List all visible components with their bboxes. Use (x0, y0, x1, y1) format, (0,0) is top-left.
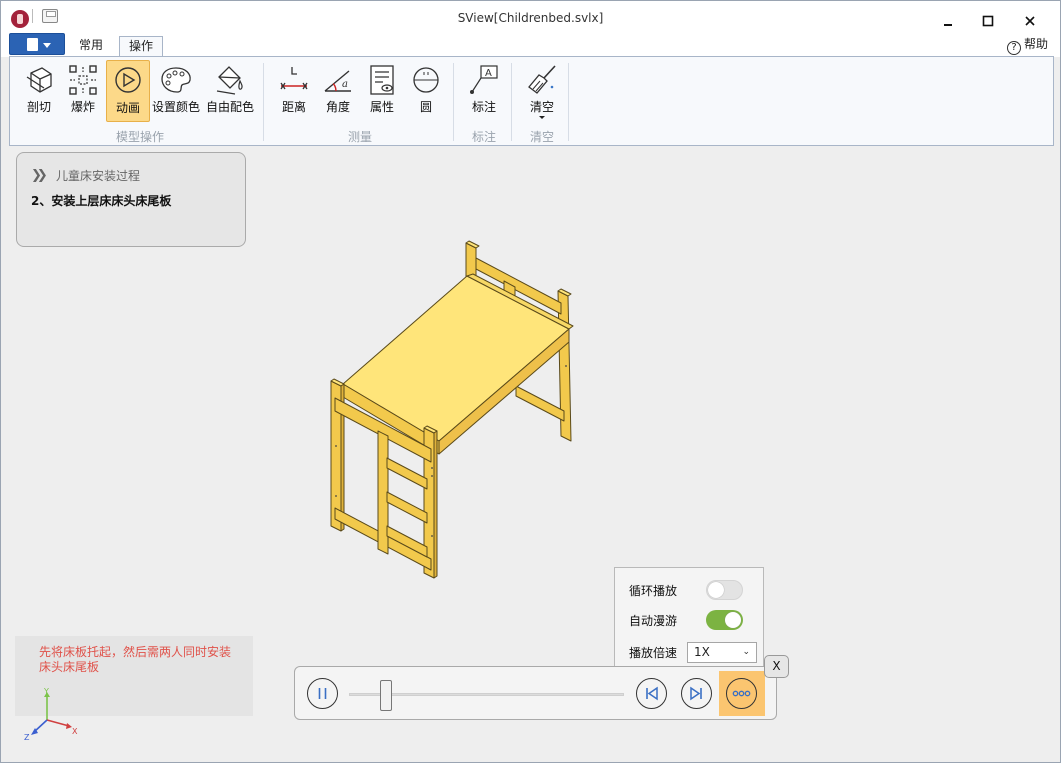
roam-label: 自动漫游 (629, 614, 678, 628)
set-color-button[interactable]: 设置颜色 (152, 60, 200, 122)
axis-y-label: Y (43, 688, 49, 696)
set-color-label: 设置颜色 (151, 100, 200, 114)
toggle-knob (708, 582, 724, 598)
loop-toggle[interactable] (706, 580, 743, 600)
minimize-button[interactable] (940, 13, 956, 29)
process-step: 2、安装上层床床头床尾板 (31, 194, 172, 208)
help-label: 帮助 (1023, 37, 1048, 51)
section-cut-icon (26, 67, 52, 93)
maximize-button[interactable] (980, 13, 996, 29)
help-button[interactable]: ? 帮助 (1006, 35, 1048, 55)
progress-slider-thumb[interactable] (380, 680, 392, 711)
svg-text:a: a (342, 79, 348, 90)
ribbon-tab-row: 常用 操作 ? 帮助 (1, 33, 1060, 57)
close-window-button[interactable] (1022, 13, 1038, 29)
free-color-label: 自由配色 (205, 100, 254, 114)
explode-icon (69, 65, 97, 95)
clear-button[interactable]: 清空 (520, 60, 564, 122)
annotation-icon: A (470, 65, 498, 94)
process-card: ❯❯ 儿童床安装过程 2、安装上层床床头床尾板 (16, 152, 246, 247)
tab-common[interactable]: 常用 (70, 36, 112, 57)
next-step-button[interactable] (681, 678, 712, 709)
speed-value: 1X (694, 645, 710, 659)
tab-operation[interactable]: 操作 (119, 36, 164, 57)
bed-model[interactable] (321, 236, 591, 586)
help-icon: ? (1006, 41, 1021, 55)
broom-icon (528, 65, 556, 94)
maximize-icon (982, 15, 994, 27)
document-icon (27, 38, 38, 51)
app-window: SView[Childrenbed.svlx] 常用 操作 ? 帮助 剖切 爆炸… (0, 0, 1061, 763)
more-dots-icon (732, 690, 751, 697)
pause-icon (318, 688, 327, 699)
group-label-annotation: 标注 (471, 130, 496, 144)
double-chevron-right-icon[interactable]: ❯❯ (31, 168, 48, 183)
roam-toggle[interactable] (706, 610, 743, 630)
toggle-knob (725, 612, 741, 628)
group-label-measure: 测量 (347, 130, 372, 144)
animation-play-icon (115, 67, 141, 93)
free-color-button[interactable]: 自由配色 (206, 60, 254, 122)
previous-step-button[interactable] (636, 678, 667, 709)
svg-text:A: A (485, 68, 492, 79)
pause-button[interactable] (307, 678, 338, 709)
close-player-button[interactable]: X (764, 655, 789, 678)
chevron-down-icon: ⌄ (742, 647, 750, 657)
ribbon-panel: 剖切 爆炸 动画 设置颜色 自由配色 模型操作 距离 a 角度 属性 圆 测量 … (9, 56, 1054, 146)
animation-player-bar (294, 666, 777, 720)
clear-label: 清空 (529, 100, 554, 114)
group-label-clear: 清空 (529, 130, 554, 144)
annotation-button[interactable]: A 标注 (462, 60, 506, 122)
axis-z-label: Z (24, 733, 30, 742)
assembly-note-text: 先将床板托起，然后需两人同时安装床头床尾板 (39, 645, 232, 674)
palette-icon (161, 67, 191, 93)
chevron-down-icon (539, 116, 545, 119)
skip-forward-icon (690, 686, 702, 701)
annotation-label: 标注 (471, 100, 496, 114)
window-title: SView[Childrenbed.svlx] (457, 11, 604, 25)
distance-measure-icon (280, 67, 308, 90)
circle-label: 圆 (419, 100, 432, 114)
axis-x-label: X (72, 727, 78, 736)
loop-label: 循环播放 (629, 584, 678, 598)
skip-back-icon (646, 686, 658, 701)
group-separator (568, 63, 569, 141)
speed-label: 播放倍速 (629, 646, 678, 660)
chevron-down-icon (43, 43, 51, 48)
axis-triad-icon: Y X Z (24, 688, 78, 742)
circle-measure-icon (413, 67, 439, 93)
minimize-icon (944, 24, 952, 26)
angle-measure-icon: a (324, 70, 351, 92)
close-icon (1025, 16, 1035, 26)
playback-settings-panel: 循环播放 自动漫游 播放倍速 1X ⌄ (614, 567, 764, 667)
file-menu-button[interactable] (9, 33, 65, 55)
process-title: 儿童床安装过程 (56, 169, 141, 183)
properties-icon (370, 65, 394, 95)
group-label-model: 模型操作 (115, 130, 164, 144)
speed-select[interactable]: 1X ⌄ (687, 642, 757, 663)
animation-button[interactable]: 动画 (106, 60, 150, 122)
paint-bucket-icon (216, 66, 243, 95)
more-options-highlight (719, 671, 765, 716)
more-options-button[interactable] (726, 678, 757, 709)
title-bar: SView[Childrenbed.svlx] (1, 1, 1060, 33)
circle-button[interactable]: 圆 (404, 60, 448, 122)
